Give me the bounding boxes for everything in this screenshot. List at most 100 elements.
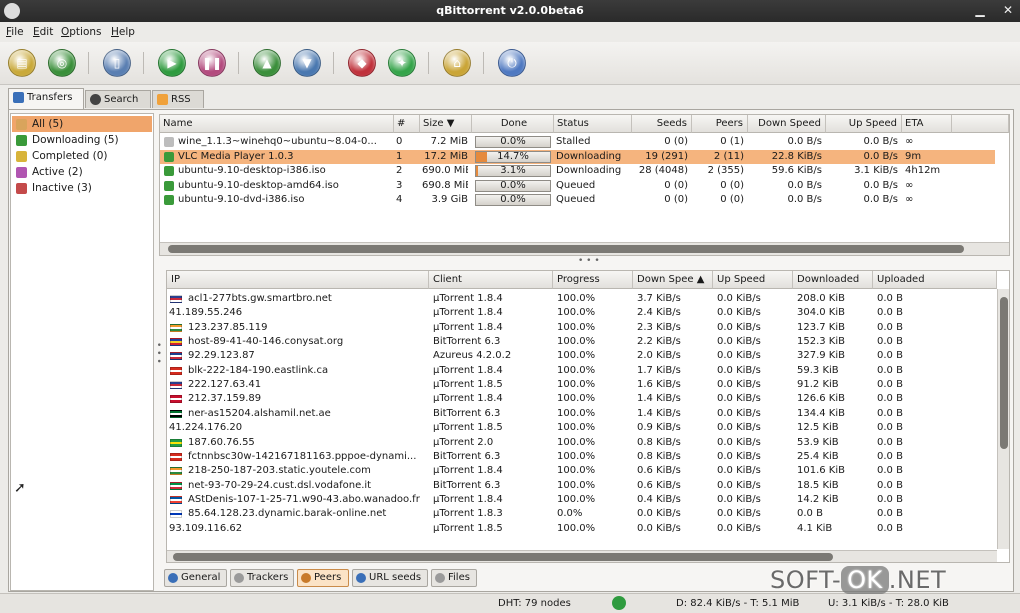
- add-url-button[interactable]: ◎: [48, 49, 76, 77]
- column-header[interactable]: #: [394, 115, 420, 133]
- upload-status: U: 3.1 KiB/s - T: 28.0 KiB: [828, 598, 949, 609]
- column-header[interactable]: Status: [554, 115, 632, 133]
- column-header[interactable]: Down Spee ▲: [633, 271, 713, 289]
- torrent-peers: 0 (0): [720, 194, 744, 205]
- close-icon[interactable]: ✕: [1000, 2, 1016, 18]
- column-header[interactable]: Up Speed: [713, 271, 793, 289]
- column-header[interactable]: Client: [429, 271, 553, 289]
- menu-help[interactable]: Help: [111, 26, 135, 38]
- peer-downloaded: 4.1 KiB: [797, 522, 833, 534]
- torrent-up: 0.0 B/s: [863, 179, 898, 191]
- minimize-icon[interactable]: ▁: [972, 2, 988, 18]
- column-header[interactable]: Progress: [553, 271, 633, 289]
- menu-file[interactable]: File: [6, 26, 24, 38]
- property-tab[interactable]: Files: [431, 569, 477, 587]
- peer-uploaded: 0.0 B: [877, 436, 903, 448]
- column-header[interactable]: Name: [160, 115, 394, 133]
- country-flag-icon: [170, 438, 182, 447]
- column-header[interactable]: Seeds: [632, 115, 692, 133]
- peer-uploaded: 0.0 B: [877, 450, 903, 462]
- property-tab[interactable]: Peers: [297, 569, 349, 587]
- increase-priority-button[interactable]: ▲: [253, 49, 281, 77]
- power-button[interactable]: ⏻: [498, 49, 526, 77]
- peer-client: µTorrent 1.8.4: [433, 465, 503, 477]
- sidebar-splitter-handle[interactable]: • • •: [153, 342, 163, 364]
- scroll-thumb[interactable]: [173, 553, 833, 561]
- filter-item[interactable]: Inactive (3): [12, 180, 152, 196]
- peer-downloaded: 12.5 KiB: [797, 422, 839, 434]
- country-flag-icon: [170, 295, 182, 303]
- peer-down: 2.0 KiB/s: [637, 350, 681, 362]
- peer-progress: 100.0%: [557, 307, 596, 319]
- column-header[interactable]: ETA: [902, 115, 952, 133]
- delete-button[interactable]: ▯: [103, 49, 131, 77]
- rss-icon: [157, 94, 168, 105]
- peer-progress: 100.0%: [557, 364, 596, 376]
- peer-progress: 100.0%: [557, 393, 596, 405]
- filter-item[interactable]: Completed (0): [12, 148, 152, 164]
- menu-options[interactable]: Options: [61, 26, 102, 38]
- peer-list-vscrollbar[interactable]: [997, 289, 1009, 549]
- splitter-handle[interactable]: • • •: [578, 256, 600, 266]
- property-tab-label: Trackers: [247, 572, 289, 583]
- filter-label: Active (2): [32, 166, 83, 178]
- property-tab[interactable]: General: [164, 569, 227, 587]
- country-flag-icon: [170, 467, 182, 476]
- column-header[interactable]: Downloaded: [793, 271, 873, 289]
- column-header[interactable]: Uploaded: [873, 271, 997, 289]
- column-header[interactable]: Size ▼: [420, 115, 472, 133]
- column-header[interactable]: Down Speed: [748, 115, 826, 133]
- peer-ip: 92.29.123.87: [188, 350, 255, 362]
- country-flag-icon: [170, 481, 182, 490]
- torrent-eta: 9m: [905, 150, 922, 162]
- create-torrent-button[interactable]: ✦: [388, 49, 416, 77]
- add-torrent-button[interactable]: ▤: [8, 49, 36, 77]
- window-title: qBittorrent v2.0.0beta6: [436, 4, 584, 17]
- peer-up: 0.0 KiB/s: [717, 393, 761, 405]
- column-header-filler: [952, 115, 1009, 133]
- globe-icon: ◎: [56, 56, 68, 70]
- property-tab[interactable]: Trackers: [230, 569, 294, 587]
- dht-status: DHT: 79 nodes: [498, 598, 571, 609]
- peer-progress: 100.0%: [557, 436, 596, 448]
- peer-down: 2.4 KiB/s: [637, 307, 681, 319]
- torrent-name: ubuntu-9.10-desktop-i386.iso: [178, 165, 326, 176]
- search-button[interactable]: ◆: [348, 49, 376, 77]
- pause-button[interactable]: ❚❚: [198, 49, 226, 77]
- peer-uploaded: 0.0 B: [877, 364, 903, 376]
- peer-list-hscrollbar[interactable]: [167, 550, 997, 562]
- scroll-thumb[interactable]: [1000, 297, 1008, 449]
- scroll-thumb[interactable]: [168, 245, 964, 253]
- filter-item[interactable]: Downloading (5): [12, 132, 152, 148]
- resume-button[interactable]: ▶: [158, 49, 186, 77]
- peer-downloaded: 59.3 KiB: [797, 364, 839, 376]
- options-button[interactable]: ⌂: [443, 49, 471, 77]
- peer-up: 0.0 KiB/s: [717, 493, 761, 505]
- decrease-priority-button[interactable]: ▼: [293, 49, 321, 77]
- tab-transfers[interactable]: Transfers: [8, 88, 84, 109]
- peer-progress: 100.0%: [557, 450, 596, 462]
- property-tab[interactable]: URL seeds: [352, 569, 428, 587]
- column-header[interactable]: IP: [167, 271, 429, 289]
- peer-client: µTorrent 1.8.4: [433, 364, 503, 376]
- peer-downloaded: 18.5 KiB: [797, 479, 839, 491]
- peer-ip: AStDenis-107-1-25-71.w90-43.abo.wanadoo.…: [188, 493, 420, 505]
- torrent-list: Name # Size ▼ Done Status Seeds Peers Down Spee…: [159, 114, 1010, 256]
- peer-ip: 187.60.76.55: [188, 436, 255, 448]
- column-header[interactable]: Done: [472, 115, 554, 133]
- torrent-list-hscrollbar[interactable]: [160, 242, 1009, 255]
- tab-search[interactable]: Search: [85, 90, 151, 108]
- peer-downloaded: 126.6 KiB: [797, 393, 846, 405]
- column-header[interactable]: Up Speed: [826, 115, 902, 133]
- tab-rss[interactable]: RSS: [152, 90, 204, 108]
- filter-item[interactable]: Active (2): [12, 164, 152, 180]
- tab-search-label: Search: [104, 94, 139, 105]
- torrent-peers: 0 (0): [720, 179, 744, 191]
- filter-item[interactable]: All (5): [12, 116, 152, 132]
- connection-status-icon[interactable]: [612, 596, 626, 610]
- title-bar: qBittorrent v2.0.0beta6 ▁ ✕: [0, 0, 1020, 22]
- column-header[interactable]: Peers: [692, 115, 748, 133]
- menu-edit[interactable]: Edit: [33, 26, 53, 38]
- peer-downloaded: 208.0 KiB: [797, 293, 846, 304]
- torrent-name: VLC Media Player 1.0.3: [178, 150, 294, 162]
